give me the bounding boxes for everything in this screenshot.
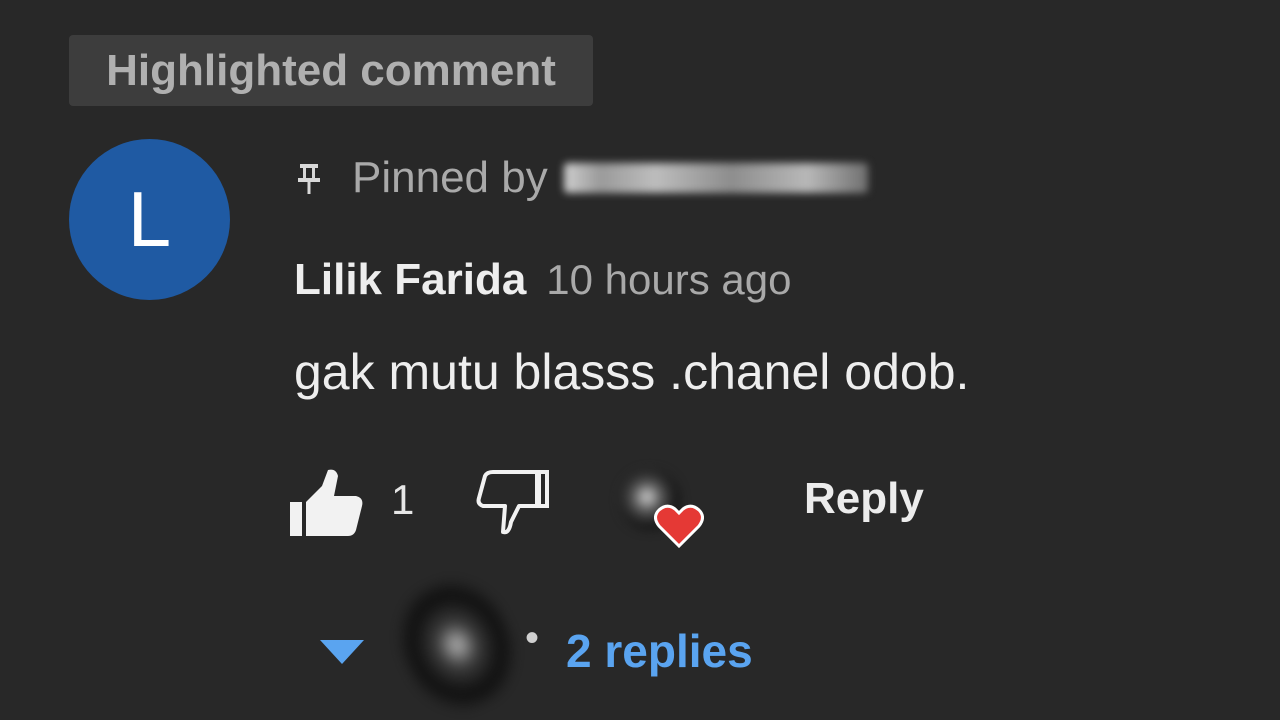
view-replies[interactable]: • 2 replies [318, 562, 918, 720]
caret-down-icon[interactable] [318, 638, 366, 666]
like-button[interactable] [288, 466, 364, 542]
comment-panel: Highlighted comment L Pinned by Lilik Fa… [0, 0, 1280, 720]
separator-dot: • [525, 616, 540, 660]
comment-text: gak mutu blasss .chanel odob. [294, 344, 970, 400]
reply-button[interactable]: Reply [804, 474, 924, 524]
like-count: 1 [391, 476, 415, 523]
author-name[interactable]: Lilik Farida [294, 255, 526, 305]
thumbs-down-icon [476, 470, 549, 535]
highlighted-comment-badge: Highlighted comment [69, 35, 593, 106]
pinned-indicator: Pinned by [294, 150, 868, 206]
pinned-by-channel-name-redacted [563, 163, 868, 193]
avatar[interactable]: L [69, 139, 230, 300]
dislike-button[interactable] [475, 466, 551, 542]
comment-timestamp[interactable]: 10 hours ago [546, 256, 791, 304]
comment-header: Lilik Farida 10 hours ago [294, 255, 792, 311]
replies-count-link[interactable]: 2 replies [566, 624, 753, 678]
comment-actions: 1 Reply [288, 466, 988, 548]
avatar-initial: L [127, 175, 172, 263]
thumbs-up-icon [290, 469, 363, 536]
pinned-label: Pinned by [352, 153, 548, 202]
creator-heart[interactable] [618, 466, 708, 556]
heart-icon [654, 504, 704, 548]
reply-avatars-redacted [379, 562, 535, 720]
pin-icon [294, 161, 324, 195]
